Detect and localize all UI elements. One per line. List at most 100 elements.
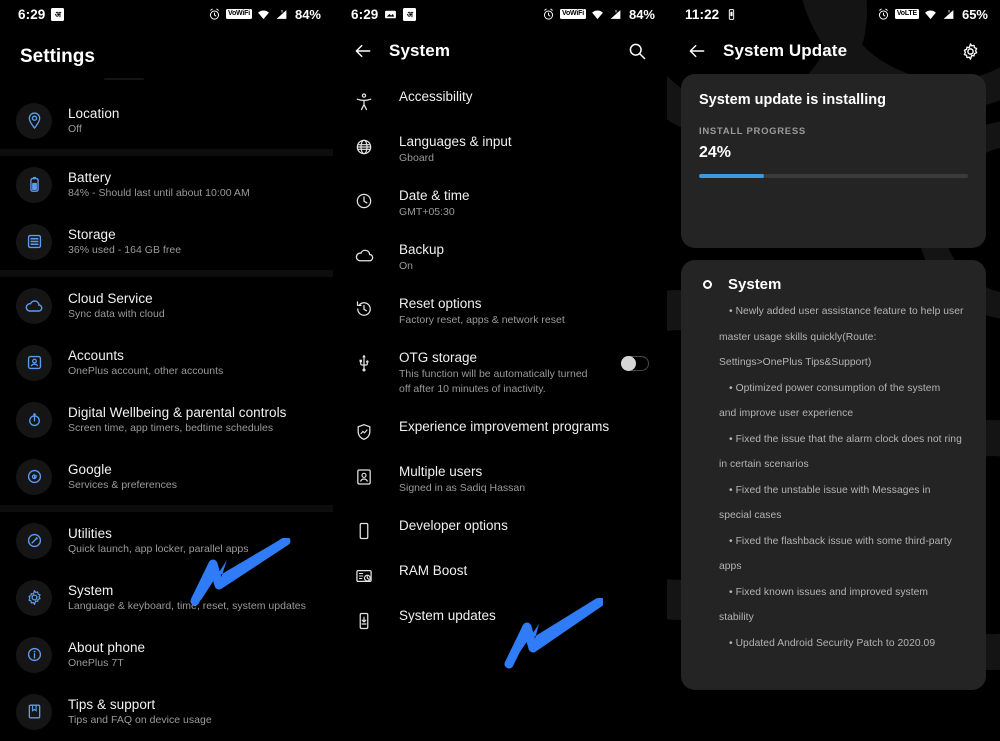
status-time: 11:22 — [685, 6, 720, 22]
changelog-line: in certain scenarios — [719, 459, 809, 470]
row-subtitle: Screen time, app timers, bedtime schedul… — [68, 422, 274, 434]
toggle-knob — [621, 356, 636, 371]
list-item-ram-boost[interactable]: RAM Boost — [333, 552, 667, 597]
clock-icon — [353, 188, 375, 211]
changelog-section-title: System — [728, 276, 782, 293]
tips-icon — [16, 693, 52, 730]
install-progress-value: 24% — [699, 144, 732, 161]
battery-icon — [16, 166, 52, 203]
row-text: Battery 84% - Should last until about 10… — [68, 170, 250, 199]
sidebar-item-cloud-service[interactable]: Cloud Service Sync data with cloud — [0, 277, 333, 334]
back-arrow-icon[interactable] — [683, 37, 711, 65]
row-text: Languages & input Gboard — [399, 134, 649, 166]
row-title: Utilities — [68, 526, 112, 541]
list-item-system-updates[interactable]: System updates — [333, 597, 667, 642]
search-icon[interactable] — [623, 37, 651, 65]
row-subtitle: Language & keyboard, time, reset, system… — [68, 600, 306, 612]
row-title: Languages & input — [399, 134, 512, 149]
sidebar-item-accounts[interactable]: Accounts OnePlus account, other accounts — [0, 334, 333, 391]
row-title: Tips & support — [68, 697, 156, 712]
row-subtitle: 36% used - 164 GB free — [68, 244, 182, 256]
changelog-line: and improve user experience — [719, 408, 854, 419]
usb-icon — [353, 350, 375, 373]
row-text: Tips & support Tips and FAQ on device us… — [68, 697, 212, 726]
section-divider — [0, 270, 333, 277]
cloud-icon — [16, 287, 52, 324]
status-time: 6:29 — [351, 6, 379, 22]
list-item-backup[interactable]: Backup On — [333, 231, 667, 285]
location-icon — [16, 102, 52, 139]
sidebar-item-system[interactable]: System Language & keyboard, time, reset,… — [0, 569, 333, 626]
phone-icon — [353, 518, 375, 541]
sidebar-item-tips-support[interactable]: Tips & support Tips and FAQ on device us… — [0, 683, 333, 740]
cloud-icon — [353, 242, 375, 266]
globe-icon — [353, 134, 375, 157]
row-subtitle: Factory reset, apps & network reset — [399, 314, 565, 326]
row-text: Cloud Service Sync data with cloud — [68, 291, 165, 320]
row-title: Accounts — [68, 348, 124, 363]
list-item-developer-options[interactable]: Developer options — [333, 507, 667, 552]
row-text: System updates — [399, 608, 649, 623]
shield-chart-icon — [353, 419, 375, 442]
status-bar-left: 6:29 अ — [18, 7, 65, 22]
row-title: Backup — [399, 242, 445, 257]
volte-badge: VoLTE — [894, 9, 919, 19]
row-text: Developer options — [399, 518, 649, 533]
changelog-card: System • Newly added user assistance fea… — [681, 260, 986, 690]
status-bar-system: 6:29 अ VoWiFi x 84% — [333, 0, 667, 28]
list-item-accessibility[interactable]: Accessibility — [333, 78, 667, 123]
sidebar-item-utilities[interactable]: Utilities Quick launch, app locker, para… — [0, 512, 333, 569]
sidebar-item-storage[interactable]: Storage 36% used - 164 GB free — [0, 213, 333, 270]
vowifi-badge: VoWiFi — [226, 9, 252, 19]
gear-icon[interactable] — [956, 37, 984, 65]
changelog-line: • Updated Android Security Patch to 2020… — [729, 637, 936, 649]
app-notification-icon: अ — [403, 7, 417, 21]
alarm-icon — [543, 8, 554, 20]
wifi-icon — [592, 9, 603, 19]
sidebar-item-google[interactable]: Google Services & preferences — [0, 448, 333, 505]
row-title: Location — [68, 106, 120, 121]
changelog-line: Settings>OnePlus Tips&Support) — [719, 357, 872, 368]
changelog-lines: • Newly added user assistance feature to… — [695, 299, 968, 656]
svg-text:x: x — [615, 8, 618, 13]
wellbeing-icon — [16, 401, 52, 438]
sidebar-item-location[interactable]: Location Off — [0, 92, 333, 149]
changelog-header: System — [695, 276, 968, 293]
sidebar-item-about-phone[interactable]: About phone OnePlus 7T — [0, 626, 333, 683]
app-bar-update: System Update — [667, 28, 1000, 74]
row-text: About phone OnePlus 7T — [68, 640, 145, 669]
signal-icon: x — [943, 8, 954, 19]
list-item-languages-input[interactable]: Languages & input Gboard — [333, 123, 667, 177]
row-text: Accounts OnePlus account, other accounts — [68, 348, 223, 377]
system-update-icon — [353, 608, 375, 631]
list-item-date-time[interactable]: Date & time GMT+05:30 — [333, 177, 667, 231]
sidebar-item-battery[interactable]: Battery 84% - Should last until about 10… — [0, 156, 333, 213]
list-item-experience-improvement[interactable]: Experience improvement programs — [333, 408, 667, 453]
storage-icon — [16, 223, 52, 260]
battery-percent: 84% — [628, 6, 655, 22]
reset-icon — [353, 296, 375, 319]
row-subtitle: Tips and FAQ on device usage — [68, 714, 212, 726]
row-subtitle: GMT+05:30 — [399, 206, 455, 218]
row-text: Multiple users Signed in as Sadiq Hassan — [399, 464, 649, 496]
row-text: System Language & keyboard, time, reset,… — [68, 583, 306, 612]
row-subtitle: OnePlus account, other accounts — [68, 365, 224, 377]
list-item-reset-options[interactable]: Reset options Factory reset, apps & netw… — [333, 285, 667, 339]
row-text: RAM Boost — [399, 563, 649, 578]
row-title: Storage — [68, 227, 116, 242]
svg-text:x: x — [281, 8, 284, 13]
update-status-heading: System update is installing — [699, 92, 886, 108]
row-text: Accessibility — [399, 89, 649, 104]
sidebar-item-digital-wellbeing[interactable]: Digital Wellbeing & parental controls Sc… — [0, 391, 333, 448]
back-arrow-icon[interactable] — [349, 37, 377, 65]
list-item-otg-storage[interactable]: OTG storage This function will be automa… — [333, 339, 667, 408]
device-notification-icon — [729, 8, 735, 20]
signal-icon: x — [610, 8, 621, 19]
otg-storage-toggle[interactable] — [621, 356, 649, 371]
scrolled-partial-row — [0, 78, 333, 92]
utilities-icon — [16, 522, 52, 559]
row-title: OTG storage — [399, 350, 478, 365]
row-title: System updates — [399, 608, 496, 623]
row-title: Reset options — [399, 296, 482, 311]
list-item-multiple-users[interactable]: Multiple users Signed in as Sadiq Hassan — [333, 453, 667, 507]
